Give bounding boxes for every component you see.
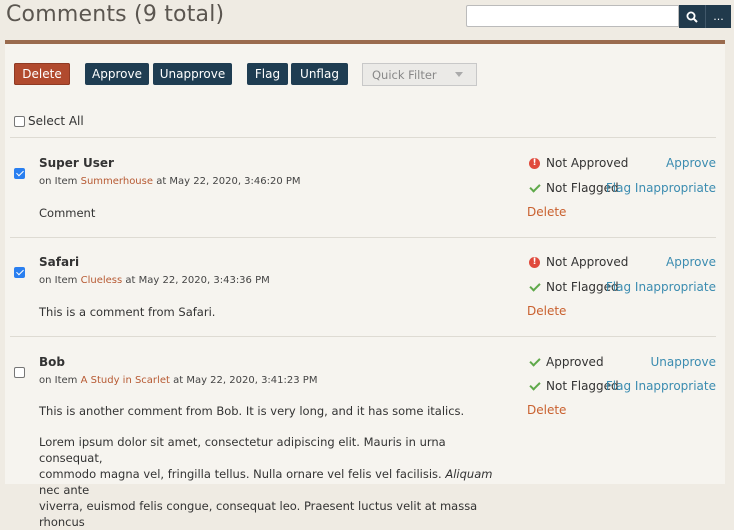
- flag-inappropriate-link[interactable]: Flag Inappropriate: [606, 280, 716, 294]
- approve-button[interactable]: Approve: [85, 63, 149, 85]
- quick-filter-dropdown[interactable]: Quick Filter: [362, 63, 477, 86]
- search-bar: ...: [466, 5, 731, 28]
- approval-status: ! Not Approved: [528, 255, 628, 269]
- divider: [10, 137, 716, 138]
- comment-author: Super User: [39, 156, 114, 170]
- divider: [10, 336, 716, 337]
- meta-prefix: on Item: [39, 375, 78, 386]
- search-input[interactable]: [466, 5, 679, 27]
- delete-link[interactable]: Delete: [527, 205, 566, 219]
- delete-link[interactable]: Delete: [527, 304, 566, 318]
- search-button[interactable]: [679, 5, 705, 28]
- body-text: commodo magna vel, fringilla tellus. Nul…: [39, 467, 442, 481]
- check-icon: [529, 357, 540, 368]
- body-line: Lorem ipsum dolor sit amet, consectetur …: [39, 435, 446, 465]
- comments-panel: Delete Approve Unapprove Flag Unflag Qui…: [5, 40, 725, 529]
- comment-meta: on Item Summerhouse at May 22, 2020, 3:4…: [39, 176, 301, 187]
- chevron-down-icon: [455, 72, 463, 77]
- comment-checkbox[interactable]: [14, 367, 25, 378]
- approval-status-text: Approved: [546, 355, 604, 369]
- page-header: Comments (9 total) ...: [0, 0, 734, 40]
- item-link[interactable]: Summerhouse: [81, 176, 153, 187]
- body-text: nec ante: [39, 483, 90, 497]
- select-all-label: Select All: [28, 114, 84, 128]
- meta-timestamp: at May 22, 2020, 3:41:23 PM: [173, 375, 318, 386]
- comment-author: Bob: [39, 355, 65, 369]
- comment-body: Comment: [39, 206, 96, 220]
- approval-status-text: Not Approved: [546, 156, 629, 170]
- approve-link[interactable]: Approve: [666, 255, 716, 269]
- comment-meta: on Item Clueless at May 22, 2020, 3:43:3…: [39, 275, 270, 286]
- approve-link[interactable]: Approve: [666, 156, 716, 170]
- flag-inappropriate-link[interactable]: Flag Inappropriate: [606, 379, 716, 393]
- check-icon: [529, 381, 540, 392]
- unapprove-link[interactable]: Unapprove: [651, 355, 716, 369]
- comment-body: This is another comment from Bob. It is …: [39, 404, 465, 418]
- quick-filter-label: Quick Filter: [372, 67, 437, 82]
- comment-body-paragraph: Lorem ipsum dolor sit amet, consectetur …: [39, 434, 509, 530]
- approval-status-text: Not Approved: [546, 255, 629, 269]
- meta-timestamp: at May 22, 2020, 3:43:36 PM: [125, 275, 270, 286]
- comment-checkbox[interactable]: [14, 168, 25, 179]
- approval-status: ! Not Approved: [528, 156, 628, 170]
- flag-inappropriate-link[interactable]: Flag Inappropriate: [606, 181, 716, 195]
- item-link[interactable]: A Study in Scarlet: [81, 375, 170, 386]
- unflag-button[interactable]: Unflag: [291, 63, 348, 85]
- body-line: viverra, euismod felis congue, consequat…: [39, 499, 478, 529]
- body-italic: Aliquam: [445, 467, 493, 481]
- meta-timestamp: at May 22, 2020, 3:46:20 PM: [156, 176, 301, 187]
- delete-button[interactable]: Delete: [14, 63, 70, 85]
- select-all[interactable]: Select All: [14, 114, 84, 128]
- flag-button[interactable]: Flag: [247, 63, 288, 85]
- search-icon: [686, 11, 698, 23]
- comment-checkbox[interactable]: [14, 267, 25, 278]
- item-link[interactable]: Clueless: [81, 275, 123, 286]
- body-line: commodo magna vel, fringilla tellus. Nul…: [39, 466, 509, 498]
- alert-icon: !: [529, 157, 540, 169]
- comment-meta: on Item A Study in Scarlet at May 22, 20…: [39, 375, 317, 386]
- select-all-checkbox[interactable]: [14, 115, 25, 127]
- advanced-search-button[interactable]: ...: [705, 5, 731, 28]
- comment-body: This is a comment from Safari.: [39, 305, 216, 319]
- meta-prefix: on Item: [39, 275, 78, 286]
- alert-icon: !: [529, 256, 540, 268]
- unapprove-button[interactable]: Unapprove: [153, 63, 232, 85]
- approval-status: Approved: [528, 355, 604, 369]
- meta-prefix: on Item: [39, 176, 78, 187]
- page-title: Comments (9 total): [6, 2, 225, 27]
- check-icon: [529, 282, 540, 293]
- comment-author: Safari: [39, 255, 80, 269]
- check-icon: [529, 183, 540, 194]
- delete-link[interactable]: Delete: [527, 403, 566, 417]
- divider: [10, 237, 716, 238]
